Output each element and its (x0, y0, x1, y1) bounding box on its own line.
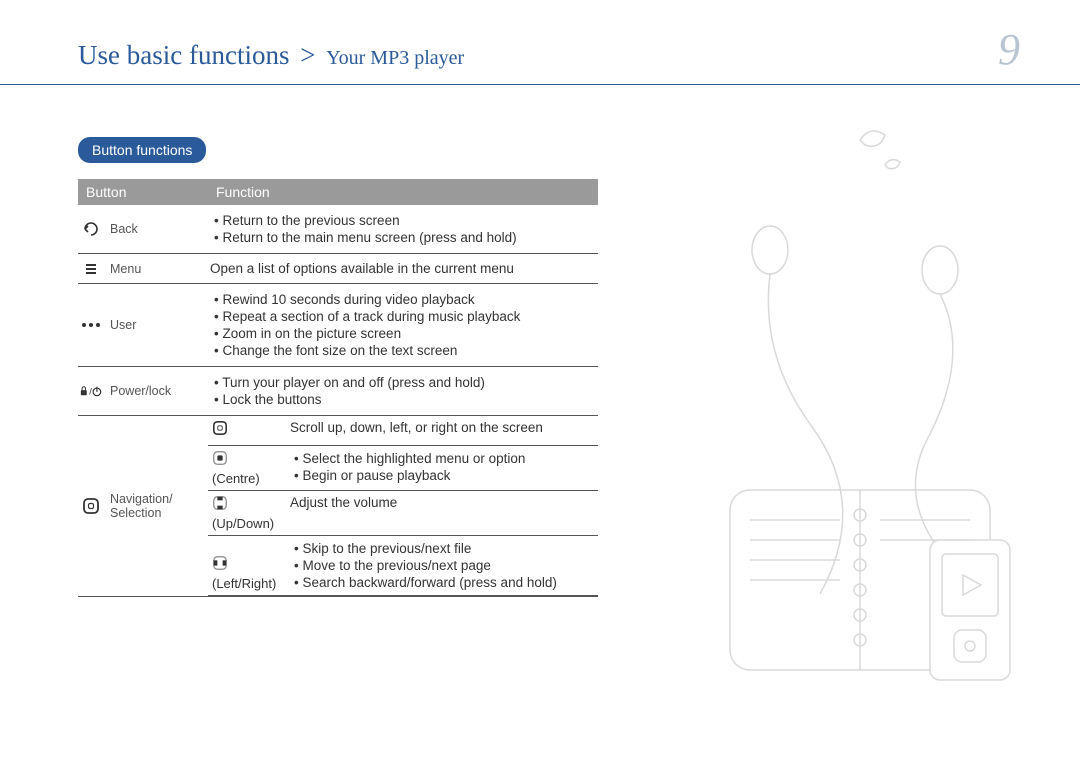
nav-leftright-icon (212, 555, 282, 574)
row-menu: Menu Open a list of options available in… (78, 254, 598, 284)
row-power: / Power/lock Turn your player on and off… (78, 367, 598, 416)
breadcrumb-sub: Your MP3 player (326, 47, 464, 69)
nav-centre-f1: Select the highlighted menu or option (294, 450, 594, 467)
nav-leftright-sub: (Left/Right) (212, 576, 276, 591)
nav-updown-f1: Adjust the volume (286, 491, 598, 536)
back-f2: Return to the main menu screen (press an… (214, 229, 592, 246)
breadcrumb: Use basic functions > Your MP3 player (78, 40, 464, 71)
user-label: User (110, 318, 136, 332)
breadcrumb-sep: > (300, 40, 315, 70)
user-f1: Rewind 10 seconds during video playback (214, 291, 592, 308)
user-icon (80, 321, 102, 329)
menu-icon (80, 262, 102, 276)
breadcrumb-main: Use basic functions (78, 40, 289, 70)
nav-centre-sub: (Centre) (212, 471, 260, 486)
section-title-pill: Button functions (78, 137, 206, 163)
power-f2: Lock the buttons (214, 391, 592, 408)
nav-label: Navigation/ Selection (110, 492, 173, 520)
back-f1: Return to the previous screen (214, 212, 592, 229)
button-functions-table: Button Function Back Return to the previ… (78, 179, 598, 597)
nav-centre-icon (212, 450, 282, 469)
page-header: Use basic functions > Your MP3 player 9 (0, 0, 1080, 85)
th-button: Button (78, 179, 208, 205)
power-lock-icon: / (80, 384, 102, 398)
back-icon (80, 222, 102, 236)
svg-text:/: / (89, 386, 92, 396)
user-f2: Repeat a section of a track during music… (214, 308, 592, 325)
power-f1: Turn your player on and off (press and h… (214, 374, 592, 391)
row-user: User Rewind 10 seconds during video play… (78, 284, 598, 367)
nav-centre-f2: Begin or pause playback (294, 467, 594, 484)
nav-updown-icon (212, 495, 282, 514)
nav-lr-f1: Skip to the previous/next file (294, 540, 594, 557)
menu-label: Menu (110, 262, 141, 276)
power-label: Power/lock (110, 384, 171, 398)
decorative-illustration (710, 120, 1040, 700)
page-number: 9 (998, 28, 1020, 72)
nav-updown-sub: (Up/Down) (212, 516, 274, 531)
nav-lr-f3: Search backward/forward (press and hold) (294, 574, 594, 591)
nav-outer-icon (212, 420, 282, 439)
user-f4: Change the font size on the text screen (214, 342, 592, 359)
nav-lr-f2: Move to the previous/next page (294, 557, 594, 574)
user-f3: Zoom in on the picture screen (214, 325, 592, 342)
back-label: Back (110, 222, 138, 236)
nav-ring-icon (80, 497, 102, 515)
th-function: Function (208, 179, 598, 205)
row-back: Back Return to the previous screen Retur… (78, 205, 598, 254)
row-nav: Navigation/ Selection Scroll up, down, l… (78, 416, 598, 597)
menu-f1: Open a list of options available in the … (208, 254, 598, 284)
nav-ring-f1: Scroll up, down, left, or right on the s… (286, 416, 598, 446)
